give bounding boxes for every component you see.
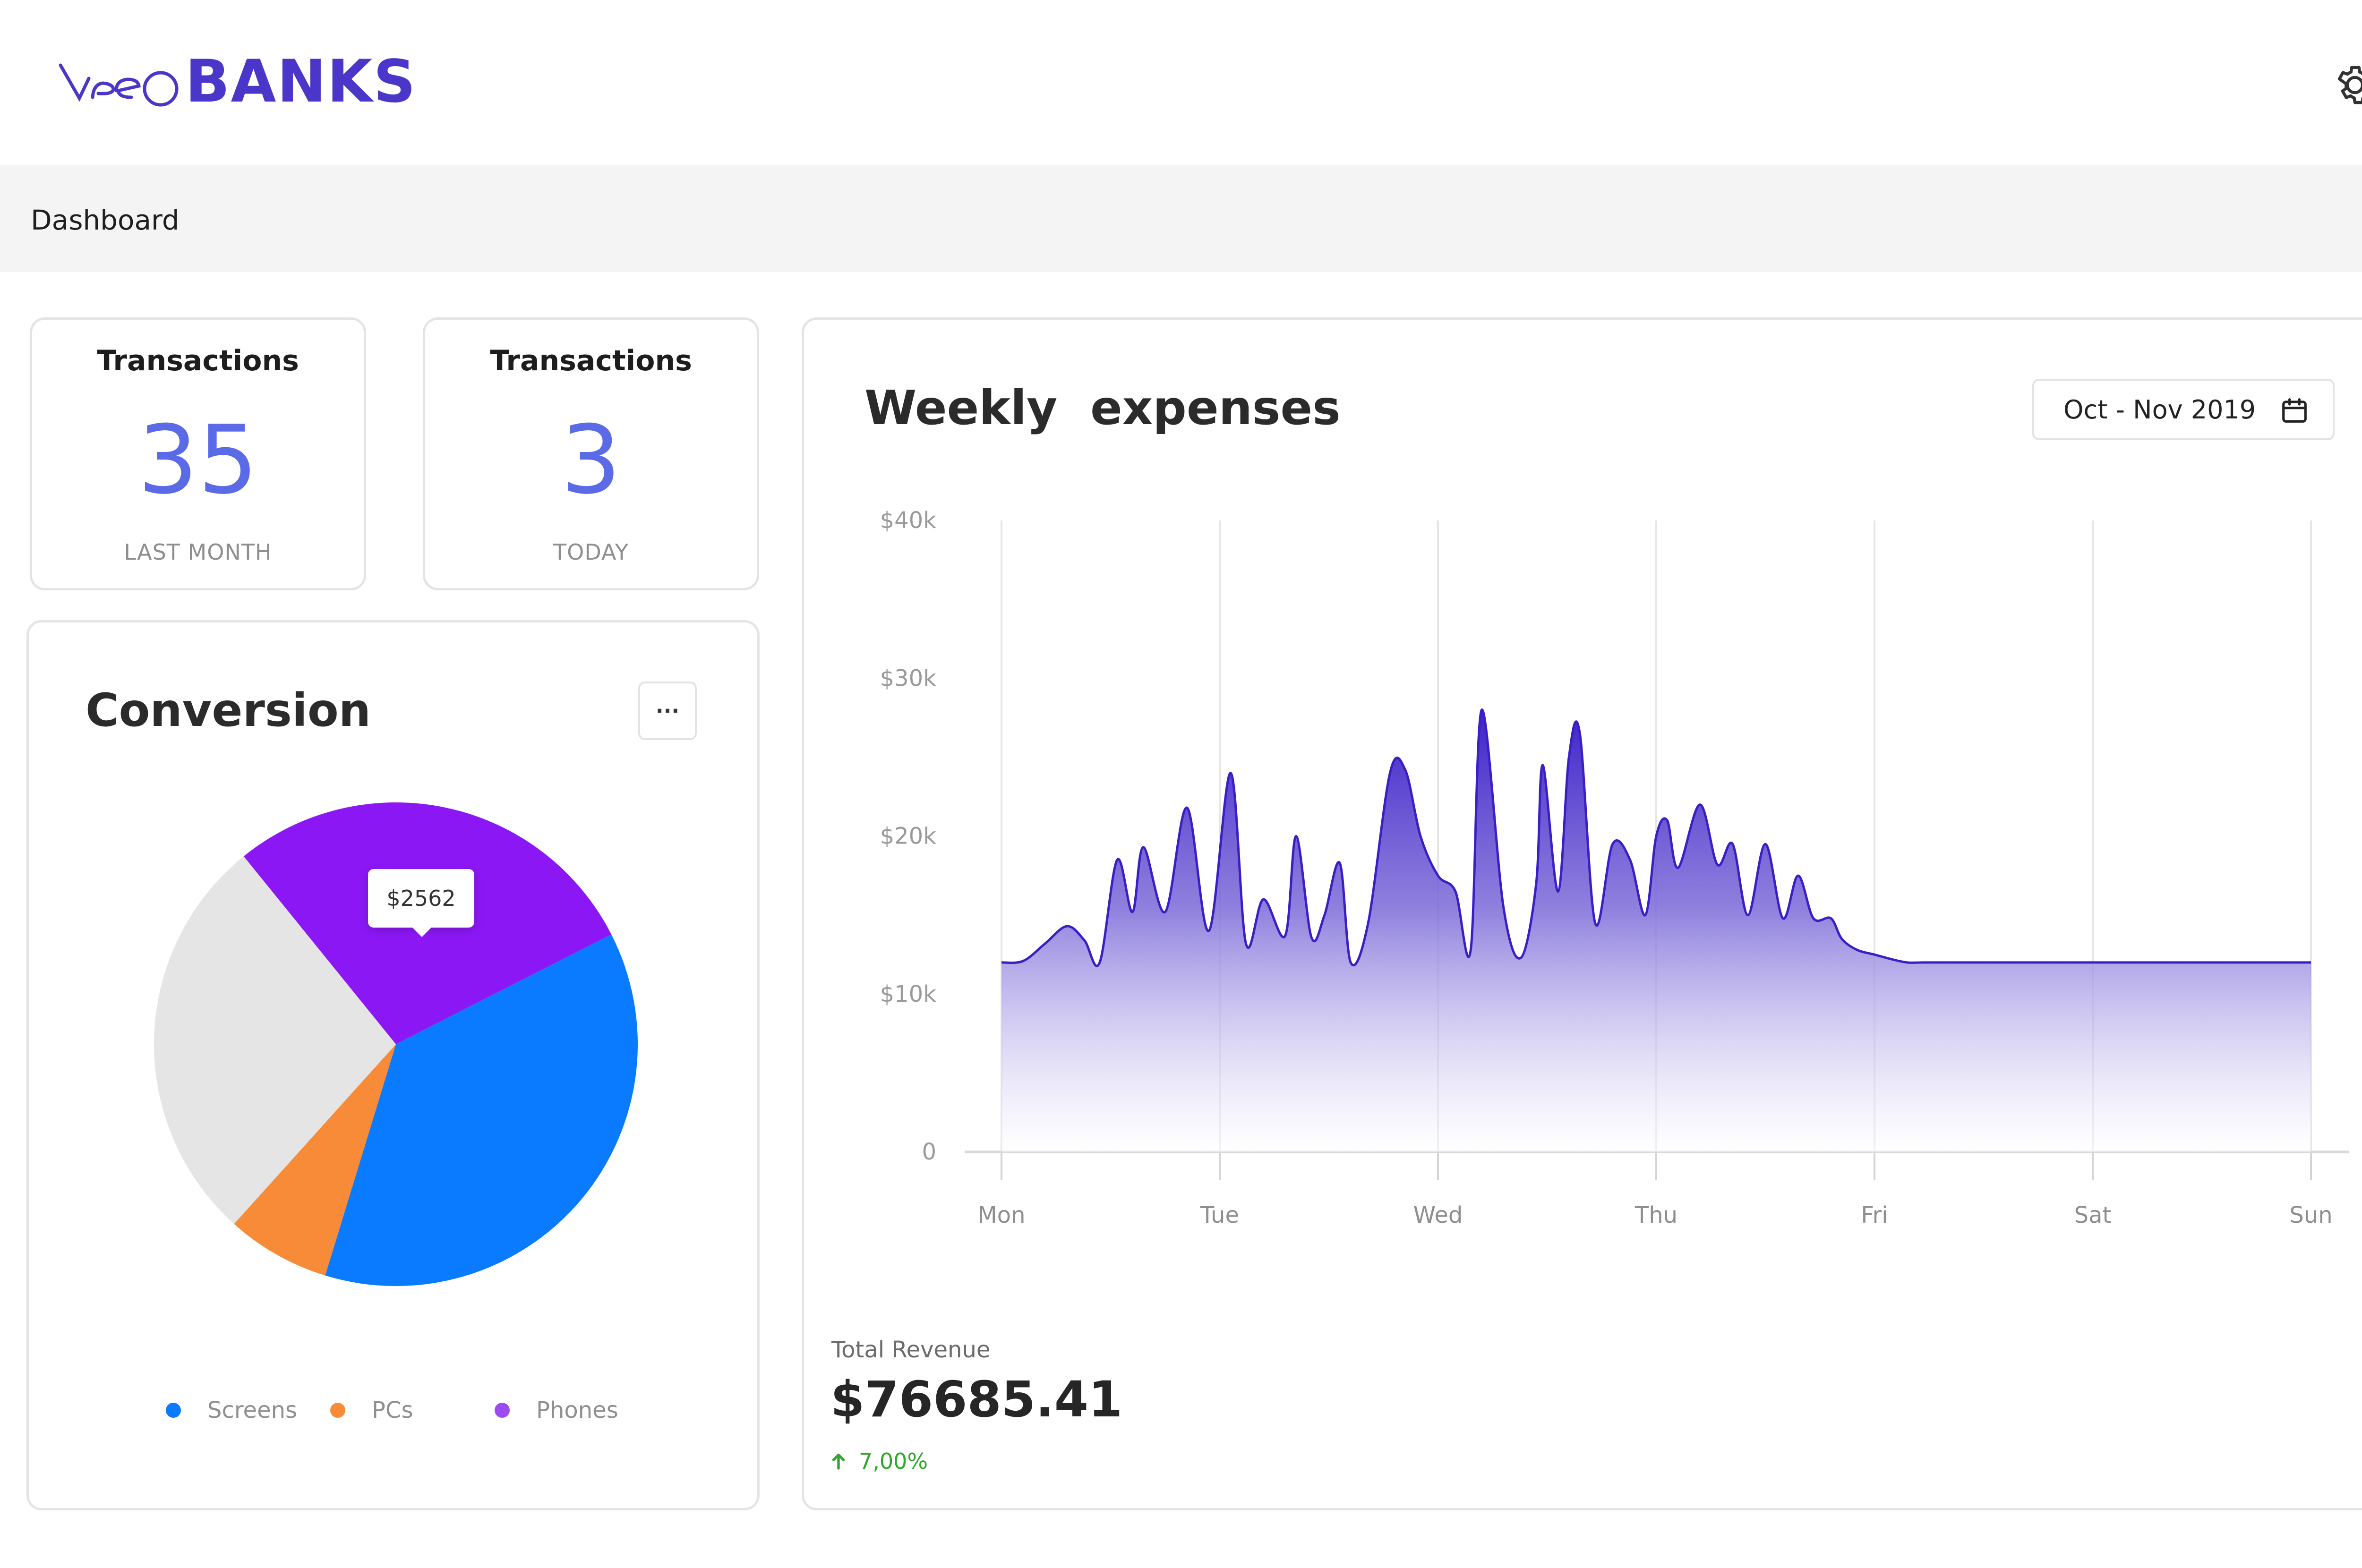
pie-tooltip: $2562 — [368, 869, 474, 937]
y-tick-label: $40k — [880, 507, 937, 534]
total-revenue-label: Total Revenue — [831, 1337, 991, 1363]
stat-subtitle: LAST MONTH — [124, 539, 272, 565]
x-tick-label: Sun — [2289, 1202, 2332, 1228]
y-tick-label: $20k — [880, 823, 937, 850]
x-tick-label: Wed — [1413, 1202, 1463, 1228]
conversion-pie-chart — [154, 802, 638, 1286]
legend-label: Screens — [207, 1397, 298, 1423]
stat-card-last-month: Transactions 35 LAST MONTH — [30, 317, 366, 590]
x-tick-label: Thu — [1635, 1202, 1677, 1228]
stat-value: 3 — [561, 405, 621, 515]
weekly-expenses-area-chart: Mon Tue Wed Thu Fri Sat Sun $40k $30k $20k $10k 0 — [880, 507, 2349, 1228]
app-header: BANKS — [0, 0, 2362, 165]
legend-label: Phones — [536, 1397, 618, 1423]
x-tick-label: Sat — [2074, 1202, 2112, 1228]
pie-legend: Screens PCs Phones — [29, 1397, 757, 1435]
arrow-up-icon — [832, 1453, 845, 1470]
stat-value: 35 — [137, 405, 258, 515]
logo[interactable]: BANKS — [56, 51, 417, 112]
revenue-change: 7,00% — [831, 1449, 928, 1474]
legend-item-screens[interactable]: Screens — [166, 1397, 297, 1423]
legend-dot — [166, 1403, 181, 1418]
legend-dot — [495, 1403, 510, 1418]
legend-item-pcs[interactable]: PCs — [330, 1397, 413, 1423]
x-tick-label: Tue — [1200, 1202, 1239, 1228]
y-tick-label: $30k — [880, 665, 937, 691]
stat-title: Transactions — [490, 344, 692, 377]
breadcrumb-bar: Dashboard — [0, 165, 2362, 272]
legend-item-phones[interactable]: Phones — [495, 1397, 618, 1423]
y-tick-label: $10k — [880, 981, 937, 1007]
x-tick-label: Mon — [977, 1202, 1025, 1228]
conversion-card: Conversion ··· $2562 Screens PCs Phones — [26, 620, 760, 1510]
weekly-expenses-card: Weekly expenses Oct - Nov 2019 Mon Tue Wed… — [802, 317, 2362, 1510]
stat-title: Transactions — [97, 344, 299, 377]
stat-subtitle: TODAY — [553, 539, 629, 565]
logo-light-mark — [59, 63, 179, 107]
breadcrumb[interactable]: Dashboard — [31, 204, 180, 236]
revenue-change-value: 7,00% — [859, 1449, 928, 1474]
total-revenue-value: $76685.41 — [830, 1371, 1123, 1428]
logo-wordmark: BANKS — [185, 48, 417, 116]
stat-card-today: Transactions 3 TODAY — [423, 317, 759, 590]
legend-label: PCs — [372, 1397, 413, 1423]
gear-icon[interactable] — [2329, 59, 2362, 111]
x-tick-label: Fri — [1861, 1202, 1888, 1228]
legend-dot — [330, 1403, 345, 1418]
y-tick-label: 0 — [922, 1139, 936, 1165]
